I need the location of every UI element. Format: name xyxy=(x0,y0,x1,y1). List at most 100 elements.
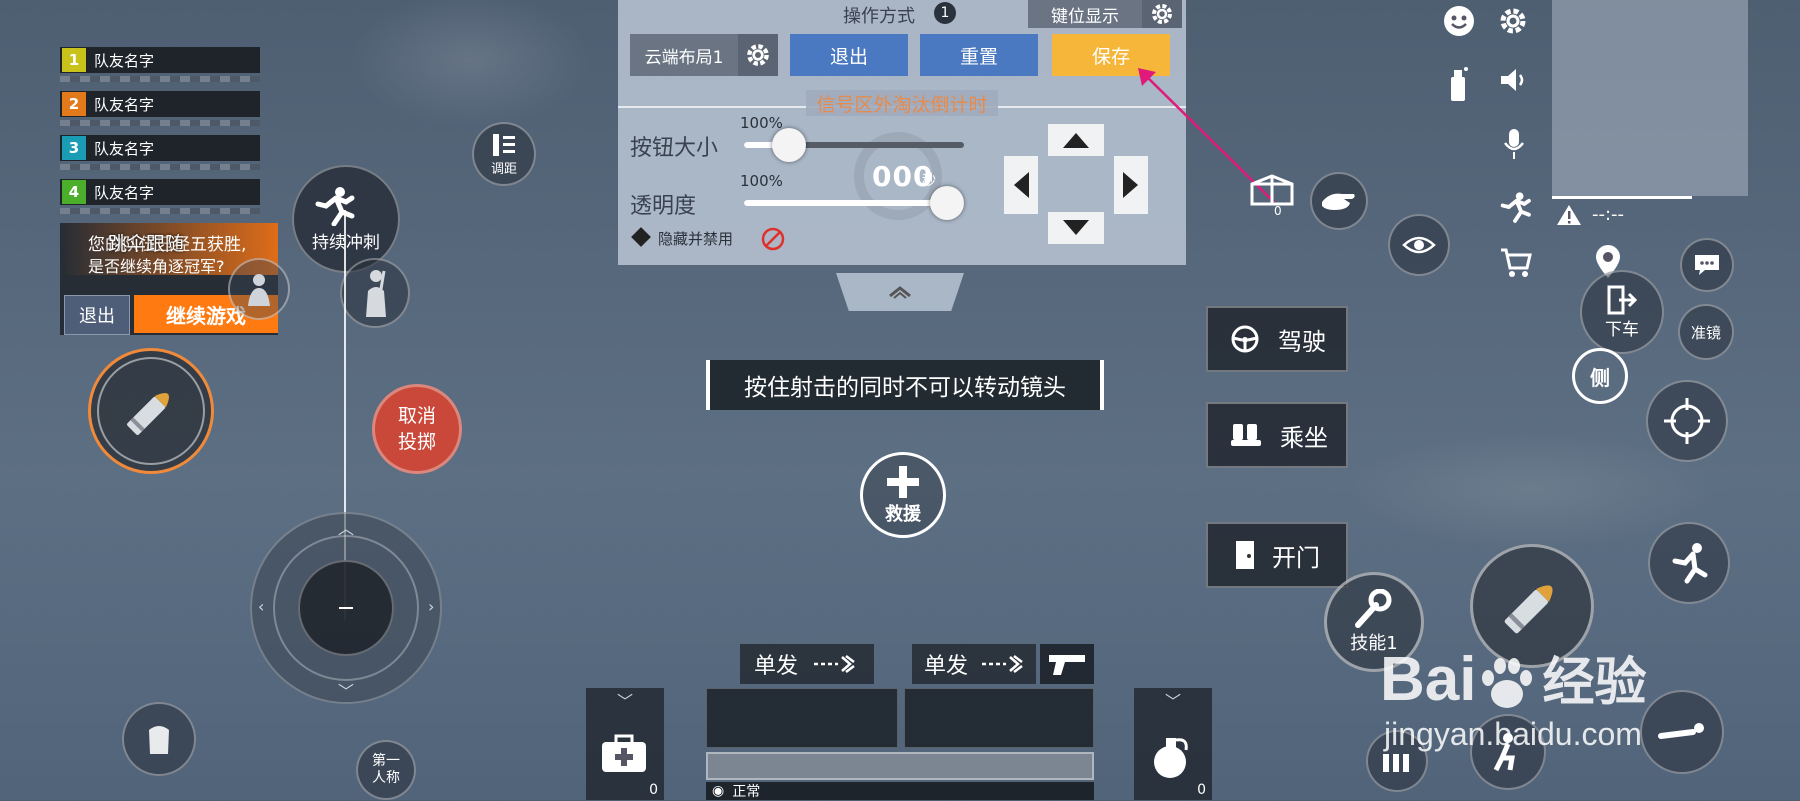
health-bar xyxy=(706,752,1094,780)
ride-button[interactable]: 乘坐 xyxy=(1206,402,1348,468)
range-label: 调距 xyxy=(490,161,517,177)
bag-icon xyxy=(149,726,169,754)
range-adjust-button[interactable]: 调距 xyxy=(472,122,536,186)
emote-button[interactable] xyxy=(1440,2,1478,40)
collapse-panel-button[interactable] xyxy=(836,273,964,311)
follow-exit-button[interactable]: 退出 xyxy=(64,295,130,335)
side-aim-label: 侧 xyxy=(1590,365,1610,390)
pickup-button[interactable] xyxy=(1310,172,1368,230)
supply-crate-button[interactable] xyxy=(1248,172,1296,208)
minimap[interactable] xyxy=(1552,0,1748,196)
size-slider[interactable] xyxy=(744,128,964,164)
fire-mode-tab-2[interactable]: 单发 xyxy=(912,644,1036,684)
smiley-icon xyxy=(1444,6,1474,36)
speaker-button[interactable] xyxy=(1494,60,1534,100)
fire-button-left[interactable] xyxy=(88,348,214,474)
auto-run-button[interactable] xyxy=(1494,186,1536,228)
eye-icon xyxy=(1402,236,1436,254)
pistol-icon xyxy=(1049,655,1085,675)
peek-eye-button[interactable] xyxy=(1388,214,1450,276)
gear-icon xyxy=(747,44,769,66)
soldier-icon xyxy=(366,270,386,317)
secondary-weapon-slot[interactable] xyxy=(904,688,1094,748)
settings-button[interactable] xyxy=(1494,2,1532,40)
plus-icon xyxy=(887,466,919,498)
bullet-icon xyxy=(127,393,169,435)
teammate-row: 4 队友名字 xyxy=(60,179,260,205)
exit-door-icon xyxy=(1607,285,1638,314)
scope-button[interactable]: 准镜 xyxy=(1678,304,1734,360)
follow-avatar-icon[interactable] xyxy=(228,258,290,320)
steering-wheel-icon xyxy=(1231,325,1259,353)
teammate-health-bar xyxy=(60,76,260,82)
bullet-icon xyxy=(1504,585,1553,634)
size-slider-knob[interactable] xyxy=(772,128,806,162)
teammate-row: 3 队友名字 xyxy=(60,135,260,161)
prone-button[interactable] xyxy=(1640,690,1724,774)
microphone-button[interactable] xyxy=(1494,124,1534,164)
panel-exit-button[interactable]: 退出 xyxy=(790,34,908,76)
key-display-label[interactable]: 键位显示 xyxy=(1028,0,1142,28)
diamond-icon xyxy=(631,227,651,247)
running-icon xyxy=(315,186,355,226)
panel-title-badge: 1 xyxy=(934,2,956,24)
opacity-value: 100% xyxy=(740,172,783,190)
medkit-slot[interactable]: ﹀ 0 xyxy=(586,688,664,800)
grenade-slot[interactable]: ﹀ 0 xyxy=(1134,688,1212,800)
prohibit-icon[interactable] xyxy=(760,226,786,252)
open-door-button[interactable]: 开门 xyxy=(1206,522,1348,588)
exit-vehicle-button[interactable]: 下车 xyxy=(1580,270,1664,354)
gear-icon xyxy=(1500,8,1526,34)
panel-reset-button[interactable]: 重置 xyxy=(920,34,1038,76)
perspective-button[interactable]: 第一 人称 xyxy=(356,740,416,800)
stance-button[interactable] xyxy=(340,258,410,328)
jump-button[interactable] xyxy=(1648,522,1730,604)
joystick-knob[interactable] xyxy=(298,560,394,656)
teammate-row: 1 队友名字 xyxy=(60,47,260,73)
range-icon xyxy=(493,133,515,156)
opacity-slider-knob[interactable] xyxy=(930,186,964,220)
movement-joystick[interactable] xyxy=(250,512,442,704)
signal-countdown-text: 信号区外淘汰倒计时 xyxy=(816,94,988,116)
sprint-button[interactable]: 持续冲刺 xyxy=(292,165,400,273)
follow-title: 跳伞跟随 xyxy=(108,233,185,255)
door-icon xyxy=(1236,541,1254,569)
spray-can-icon xyxy=(1451,67,1468,101)
pistol-slot[interactable] xyxy=(1040,644,1094,684)
rescue-button[interactable]: 救援 xyxy=(860,452,946,538)
perspective-label: 第一 人称 xyxy=(372,753,400,786)
cloud-layout-selector[interactable]: 云端布局1 xyxy=(630,34,738,76)
cancel-throw-button[interactable]: 取消 投掷 xyxy=(372,384,462,474)
rescue-label: 救援 xyxy=(885,504,921,525)
shop-button[interactable] xyxy=(1494,240,1538,284)
warning-icon xyxy=(1556,204,1582,226)
opacity-slider[interactable] xyxy=(744,186,964,222)
grenade-count: 0 xyxy=(1197,782,1206,798)
aim-button[interactable] xyxy=(1646,380,1728,462)
move-down-button[interactable] xyxy=(1048,212,1104,244)
key-display-settings-button[interactable] xyxy=(1142,0,1182,28)
teammate-name: 队友名字 xyxy=(94,95,155,114)
fire-mode-tab-1[interactable]: 单发 xyxy=(740,644,874,684)
watermark-brand: Bai 经验 xyxy=(1380,645,1647,714)
spray-button[interactable] xyxy=(1438,62,1478,106)
chevron-right-icon: › xyxy=(428,597,435,616)
move-up-button[interactable] xyxy=(1048,124,1104,156)
layout-settings-panel: 操作方式 1 键位显示 云端布局1 退出 重置 保存 信号区外淘汰倒计时 000… xyxy=(618,0,1186,265)
primary-weapon-slot[interactable] xyxy=(706,688,898,748)
door-label: 开门 xyxy=(1272,543,1320,572)
status-strip: ◉ 正常 xyxy=(706,782,1094,800)
status-text: 正常 xyxy=(732,784,761,800)
drive-button[interactable]: 驾驶 xyxy=(1206,306,1348,372)
size-label: 按钮大小 xyxy=(630,136,719,161)
layout-settings-button[interactable] xyxy=(738,34,778,76)
chevron-down-icon: ﹀ xyxy=(338,682,355,701)
prone-icon xyxy=(1658,723,1704,739)
side-aim-button[interactable]: 侧 xyxy=(1572,348,1628,404)
teammate-health-bar xyxy=(60,208,260,214)
fire-mode-2-label: 单发 xyxy=(924,654,969,679)
backpack-button[interactable] xyxy=(122,702,196,776)
grenade-icon xyxy=(1150,732,1194,782)
quick-chat-button[interactable] xyxy=(1680,238,1734,292)
move-left-button[interactable] xyxy=(1004,156,1038,214)
